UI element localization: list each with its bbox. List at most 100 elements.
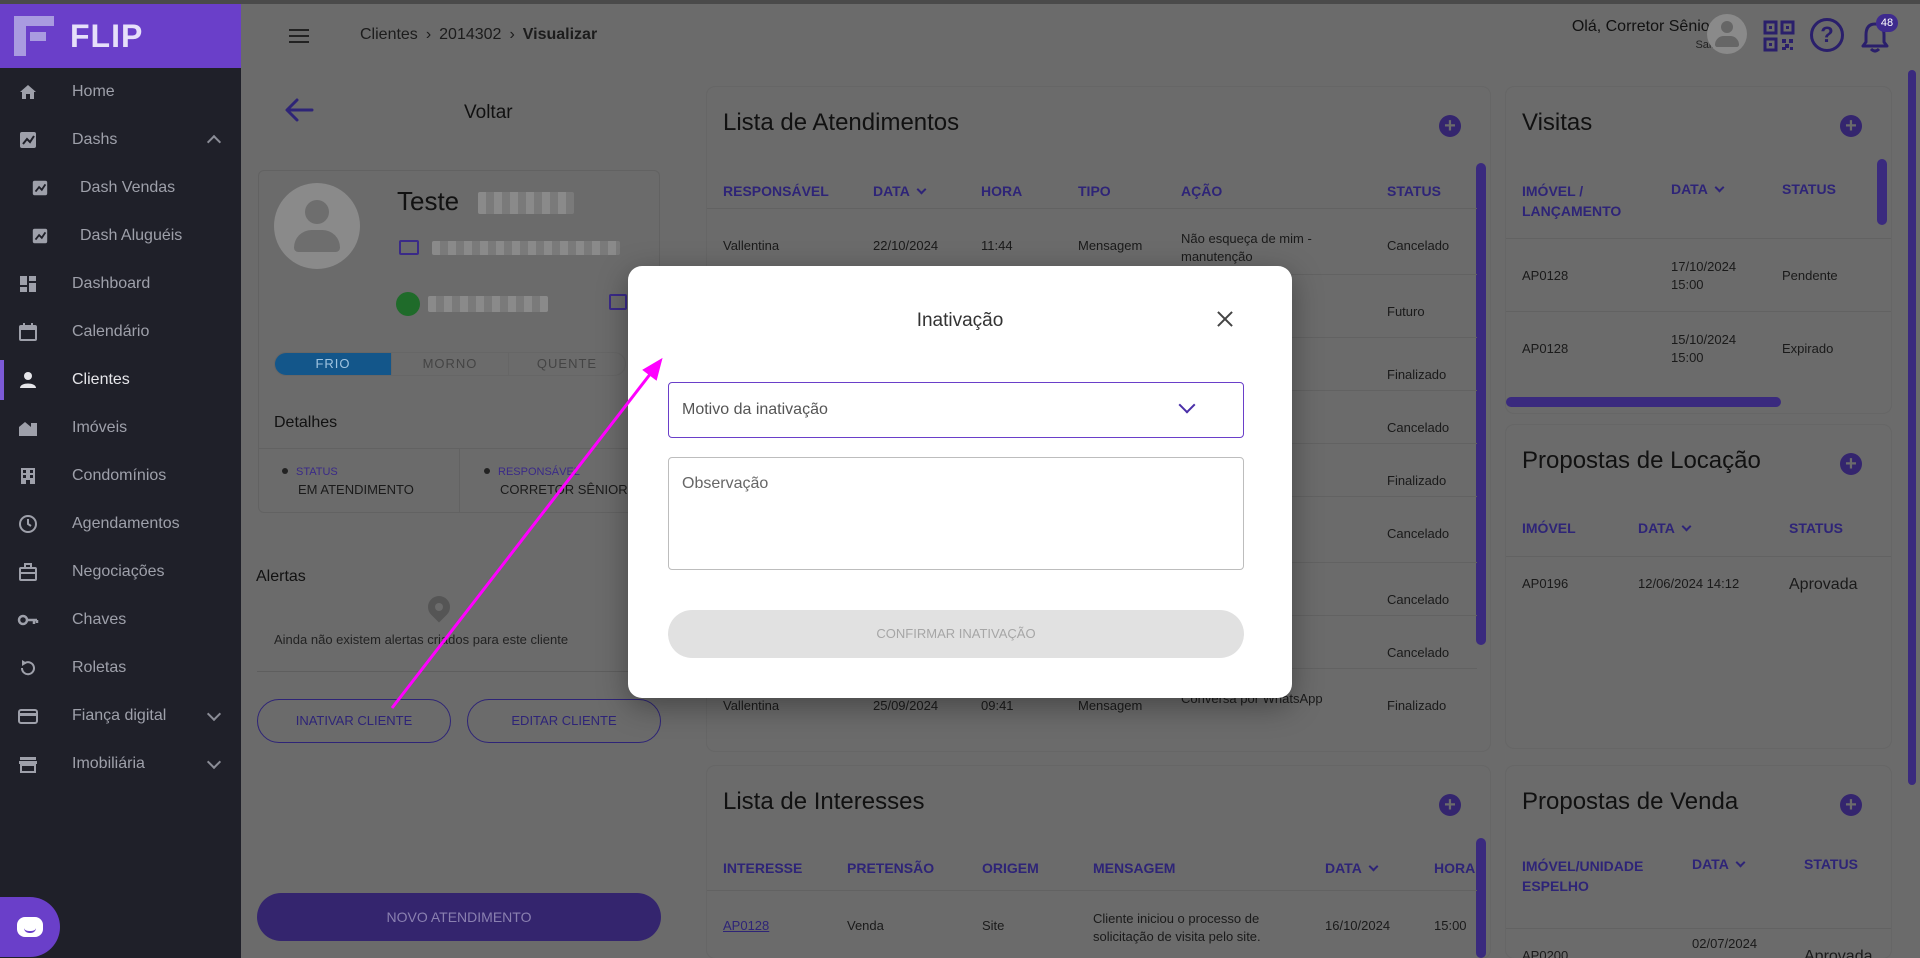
atendimentos-cell: 09:41 [981,698,1014,713]
interesses-header-4[interactable]: DATA [1325,860,1379,876]
header-label: HORA [1434,860,1476,876]
message-icon[interactable] [609,294,627,310]
interests-scrollbar[interactable] [1476,838,1486,958]
inactivate-client-button[interactable]: INATIVAR CLIENTE [257,699,451,743]
header-label: DATA [1325,860,1362,876]
header-label: IMÓVEL [1522,520,1576,536]
venda-header-1[interactable]: DATA [1692,856,1746,872]
brand-bar[interactable]: FLIP [0,4,241,68]
temperature-option-morno[interactable]: MORNO [392,353,509,375]
visitas-header-0: IMÓVEL / LANÇAMENTO [1522,181,1622,221]
sidebar-item-calendario[interactable]: Calendário [0,308,241,356]
visitas-cell: 15/10/2024 15:00 [1671,332,1737,365]
add-rental-proposal-icon[interactable]: + [1840,453,1862,475]
sidebar-item-label: Dashboard [72,275,151,292]
sidebar-item-imoveis[interactable]: Imóveis [0,404,241,452]
interesses-cell: Cliente iniciou o processo de solicitaçã… [1093,911,1261,944]
breadcrumb-id[interactable]: 2014302 [439,26,501,43]
interests-title: Lista de Interesses [723,788,925,815]
redacted-surname [478,192,574,214]
visitas-cell: Expirado [1782,341,1834,356]
edit-client-button[interactable]: EDITAR CLIENTE [467,699,661,743]
page-scrollbar[interactable] [1908,70,1916,785]
attendances-scrollbar[interactable] [1476,163,1486,645]
observation-textarea[interactable] [668,457,1244,570]
sidebar-item-home[interactable]: Home [0,68,241,116]
sidebar-item-fianca-digital[interactable]: Fiança digital [0,692,241,740]
store-icon [16,752,40,776]
sort-chevron-icon[interactable] [1714,182,1725,193]
close-icon[interactable] [1211,305,1239,333]
sidebar-item-clientes[interactable]: Clientes [0,356,241,404]
help-icon[interactable]: ? [1810,18,1844,52]
header-label: INTERESSE [723,860,803,876]
sidebar-item-chaves[interactable]: Chaves [0,596,241,644]
sort-chevron-icon[interactable] [1735,857,1746,868]
header-label: ORIGEM [982,860,1039,876]
rental-proposals-title: Propostas de Locação [1522,447,1761,474]
sidebar-item-dashs[interactable]: Dashs [0,116,241,164]
locacao-cell: AP0196 [1522,576,1569,591]
add-visit-icon[interactable]: + [1840,115,1862,137]
atendimentos-header-0: RESPONSÁVEL [723,183,829,199]
sidebar-item-dashboard[interactable]: Dashboard [0,260,241,308]
new-attendance-button[interactable]: NOVO ATENDIMENTO [257,893,661,941]
user-avatar[interactable] [1707,14,1747,54]
atendimentos-cell: Cancelado [1387,592,1450,607]
logout-link[interactable]: Sair [1572,39,1715,51]
visits-vertical-scrollbar[interactable] [1877,159,1887,225]
locacao-header-1[interactable]: DATA [1638,520,1692,536]
sidebar-item-dash-alugueis[interactable]: Dash Aluguéis [0,212,241,260]
atendimentos-header-5: STATUS [1387,183,1441,199]
temperature-option-quente[interactable]: QUENTE [509,353,625,375]
chevron-up-icon[interactable] [206,134,222,150]
whatsapp-icon[interactable] [396,292,420,316]
interesses-cell: Venda [847,918,884,933]
back-arrow-icon[interactable] [284,97,314,123]
temperature-option-frio[interactable]: FRIO [275,353,392,375]
sidebar-item-condominios[interactable]: Condomínios [0,452,241,500]
qr-code-icon[interactable] [1763,20,1795,52]
breadcrumb-clientes[interactable]: Clientes [360,26,418,43]
chart-small-icon [28,224,52,248]
sidebar-item-dash-vendas[interactable]: Dash Vendas [0,164,241,212]
sort-chevron-icon[interactable] [1681,521,1692,532]
add-interest-icon[interactable]: + [1439,794,1461,816]
sidebar-item-label: Roletas [72,659,127,676]
sort-chevron-icon[interactable] [916,184,927,195]
inactivation-reason-select[interactable]: Motivo da inativação [668,382,1244,438]
back-label[interactable]: Voltar [464,102,513,124]
sidebar-item-label: Condomínios [72,467,167,484]
menu-toggle-icon[interactable] [289,29,309,43]
visitas-cell: AP0128 [1522,341,1569,356]
sidebar-item-imobiliaria[interactable]: Imobiliária [0,740,241,788]
interesses-cell[interactable]: AP0128 [723,918,769,933]
interesses-header-5: HORA [1434,860,1475,876]
venda-cell: Aprovada [1804,948,1873,958]
sort-chevron-icon[interactable] [1368,861,1379,872]
sidebar-item-label: Imóveis [72,419,128,436]
observation-placeholder: Observação [682,475,769,492]
locacao-cell: Aprovada [1789,576,1858,593]
chevron-down-icon[interactable] [206,754,222,770]
chat-widget-button[interactable] [0,897,60,957]
atendimentos-cell: Cancelado [1387,238,1450,253]
details-title: Detalhes [274,414,338,431]
briefcase-icon [16,560,40,584]
atendimentos-header-1[interactable]: DATA [873,183,927,199]
add-sale-proposal-icon[interactable]: + [1840,794,1862,816]
atendimentos-cell: Mensagem [1078,698,1143,713]
visitas-cell: Pendente [1782,268,1838,283]
chevron-down-icon[interactable] [206,706,222,722]
brand-name: FLIP [70,17,144,54]
calendar-icon [16,320,40,344]
sidebar-item-negociacoes[interactable]: Negociações [0,548,241,596]
visits-horizontal-scrollbar[interactable] [1506,397,1781,407]
visitas-header-1[interactable]: DATA [1671,181,1725,197]
sidebar-item-roletas[interactable]: Roletas [0,644,241,692]
person-icon [16,368,40,392]
add-attendance-icon[interactable]: + [1439,115,1461,137]
header-label: DATA [873,183,910,199]
confirm-inactivation-button[interactable]: CONFIRMAR INATIVAÇÃO [668,610,1244,658]
sidebar-item-agendamentos[interactable]: Agendamentos [0,500,241,548]
